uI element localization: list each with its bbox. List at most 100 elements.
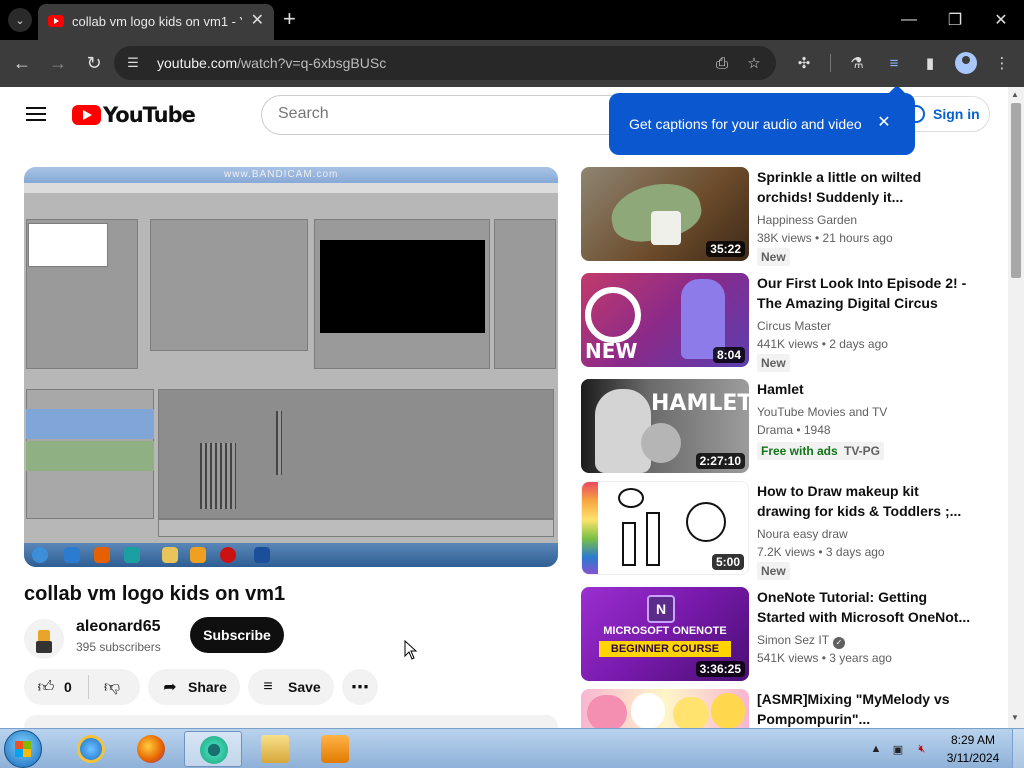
recommendation-thumbnail[interactable] [581, 689, 749, 728]
reload-icon[interactable]: ↻ [81, 50, 107, 76]
hamburger-menu-icon[interactable] [26, 107, 46, 121]
new-tab-plus-icon[interactable]: + [283, 8, 296, 30]
recommendation-item[interactable]: 5:00 How to Draw makeup kit drawing for … [581, 481, 981, 580]
recommendation-channel[interactable]: Simon Sez IT ✓ [757, 633, 846, 649]
taskbar-internet-explorer[interactable] [62, 731, 120, 767]
window-close-icon[interactable]: ✕ [978, 6, 1024, 34]
media-player-icon [321, 735, 349, 763]
scroll-down-arrow-icon[interactable]: ▼ [1011, 713, 1019, 722]
verified-check-icon: ✓ [833, 637, 846, 649]
recommendation-thumbnail[interactable]: 5:00 [581, 481, 749, 575]
site-info-icon[interactable]: ☰ [124, 54, 142, 72]
recommendation-title[interactable]: Hamlet [757, 379, 971, 399]
recommendation-title[interactable]: [ASMR]Mixing "MyMelody vs Pompompurin"..… [757, 689, 971, 728]
address-bar[interactable]: ☰ youtube.com/watch?v=q-6xbsgBUSc ⎙ ☆ [114, 46, 776, 80]
save-label: Save [288, 679, 321, 695]
scroll-thumb[interactable] [1011, 103, 1021, 278]
search-box[interactable] [261, 95, 641, 135]
thumbnail-compact-shape [686, 502, 726, 542]
recorded-vegas-icon [254, 547, 270, 563]
youtube-logo-icon[interactable] [72, 105, 101, 125]
media-queue-icon[interactable]: ≡ [882, 51, 906, 75]
recommendation-channel[interactable]: Happiness Garden [757, 213, 857, 227]
browser-tab-active[interactable]: collab vm logo kids on vm1 - YouTube ✕ [38, 4, 274, 40]
thumbnail-arrow-circle [585, 287, 641, 343]
recommendation-title[interactable]: Our First Look Into Episode 2! - The Ama… [757, 273, 971, 313]
install-app-icon[interactable]: ⎙ [712, 53, 732, 73]
playlist-add-icon: ≡ [263, 678, 273, 695]
labs-flask-icon[interactable]: ⚗ [845, 51, 869, 75]
recommendation-item[interactable]: 35:22 Sprinkle a little on wilted orchid… [581, 167, 981, 266]
recommendation-thumbnail[interactable]: HAMLET 2:27:10 [581, 379, 749, 473]
recorded-app-icon [124, 547, 140, 563]
url-host: youtube.com [157, 55, 238, 71]
scroll-up-arrow-icon[interactable]: ▲ [1011, 90, 1019, 99]
subscribe-button[interactable]: Subscribe [190, 617, 284, 653]
taskbar-media-player[interactable] [306, 731, 364, 767]
recommendation-title[interactable]: OneNote Tutorial: Getting Started with M… [757, 587, 971, 627]
share-button[interactable]: ➦ Share [148, 669, 240, 705]
url-path: /watch?v=q-6xbsgBUSc [237, 55, 387, 71]
folder-icon [261, 735, 289, 763]
internet-explorer-icon [77, 735, 105, 763]
tab-close-icon[interactable]: ✕ [251, 12, 264, 30]
sign-in-label: Sign in [933, 106, 980, 122]
taskbar-explorer[interactable] [246, 731, 304, 767]
show-desktop-button[interactable] [1012, 729, 1024, 768]
clock-date[interactable]: 3/11/2024 [940, 751, 1006, 765]
video-player[interactable]: www.BANDICAM.com [24, 167, 558, 567]
thumbnail-skull-shape [641, 423, 681, 463]
youtube-logo-text[interactable]: YouTube [103, 103, 196, 127]
restore-icon[interactable]: ❐ [932, 6, 978, 34]
channel-avatar[interactable] [24, 619, 64, 659]
page-scrollbar[interactable]: ▲ ▼ [1008, 87, 1024, 728]
clock-time[interactable]: 8:29 AM [940, 733, 1006, 747]
save-button[interactable]: ≡ Save [248, 669, 334, 705]
back-arrow-icon[interactable]: ← [9, 50, 35, 76]
more-actions-button[interactable]: ⋯ [342, 669, 378, 705]
thumbnail-face-shape [595, 389, 651, 473]
like-count[interactable]: 0 [64, 679, 72, 695]
recorded-record-icon [220, 547, 236, 563]
description-box[interactable] [24, 715, 558, 728]
extensions-puzzle-icon[interactable]: ✣ [792, 51, 816, 75]
volume-muted-icon[interactable]: 🔇︎ [914, 742, 930, 756]
video-duration: 8:04 [712, 347, 745, 363]
recommendation-item[interactable]: [ASMR]Mixing "MyMelody vs Pompompurin"..… [581, 689, 981, 728]
recorded-firefox-icon [94, 547, 110, 563]
minimize-icon[interactable]: — [886, 6, 932, 34]
recommendation-item[interactable]: HAMLET 2:27:10 Hamlet YouTube Movies and… [581, 379, 981, 475]
recommendation-meta: 441K views • 2 days ago [757, 337, 888, 351]
recommendation-thumbnail[interactable]: NEW 8:04 [581, 273, 749, 367]
taskbar-firefox[interactable] [122, 731, 180, 767]
recommendation-title[interactable]: Sprinkle a little on wilted orchids! Sud… [757, 167, 971, 207]
recommendation-thumbnail[interactable]: N MICROSOFT ONENOTE BEGINNER COURSE 3:36… [581, 587, 749, 681]
tray-overflow-arrow-icon[interactable]: ▲ [868, 742, 884, 756]
taskbar-chrome-active[interactable] [184, 731, 242, 767]
profile-avatar-icon[interactable] [955, 52, 977, 74]
thumbnail-bottle-shape [646, 512, 660, 566]
rating-badge: TV-PG [840, 442, 885, 460]
windows-taskbar: ▲ ▣ 🔇︎ 8:29 AM 3/11/2024 [0, 728, 1024, 768]
chrome-menu-kebab-icon[interactable]: ⋮ [990, 51, 1014, 75]
channel-name[interactable]: aleonard65 [76, 618, 160, 636]
side-panel-icon[interactable]: ▮ [918, 51, 942, 75]
tooltip-close-icon[interactable]: ✕ [874, 112, 894, 132]
thumbs-down-icon[interactable]: 👎︎ [102, 677, 122, 697]
recommendation-channel[interactable]: Circus Master [757, 319, 831, 333]
recommendation-item[interactable]: N MICROSOFT ONENOTE BEGINNER COURSE 3:36… [581, 587, 981, 683]
recommendation-thumbnail[interactable]: 35:22 [581, 167, 749, 261]
recommendation-title[interactable]: How to Draw makeup kit drawing for kids … [757, 481, 971, 521]
tab-search-chevron-icon[interactable]: ⌄ [8, 8, 32, 32]
forward-arrow-icon[interactable]: → [45, 50, 71, 76]
recorded-track-1 [26, 409, 154, 439]
recommendation-item[interactable]: NEW 8:04 Our First Look Into Episode 2! … [581, 273, 981, 372]
recommendation-channel[interactable]: Noura easy draw [757, 527, 848, 541]
network-icon[interactable]: ▣ [890, 742, 906, 756]
thumbnail-star2-shape [711, 693, 745, 728]
thumbs-up-icon[interactable]: 👍︎ [36, 677, 56, 697]
recommendation-channel[interactable]: YouTube Movies and TV [757, 405, 887, 419]
bookmark-star-icon[interactable]: ☆ [744, 53, 764, 73]
search-input[interactable] [278, 105, 618, 123]
start-button[interactable] [4, 730, 42, 768]
